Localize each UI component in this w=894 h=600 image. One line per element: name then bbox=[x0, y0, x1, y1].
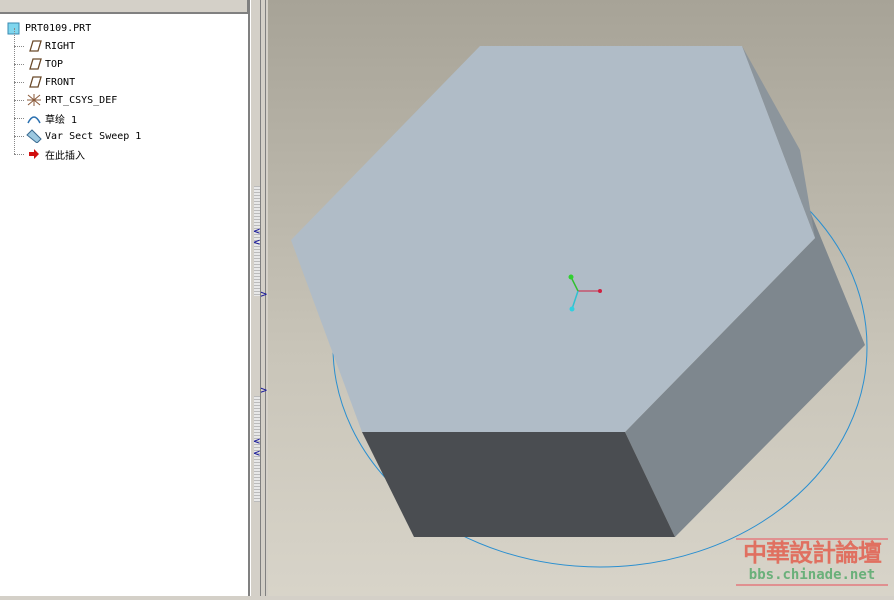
watermark: 中華設計論壇 bbs.chinade.net bbox=[736, 538, 888, 586]
panel-header bbox=[0, 0, 248, 14]
tree-item-label: FRONT bbox=[45, 76, 76, 88]
tree-item-right[interactable]: RIGHT bbox=[6, 28, 141, 55]
watermark-title: 中華設計論壇 bbox=[743, 539, 882, 567]
tree-item-sweep[interactable]: Var Sect Sweep 1 bbox=[6, 118, 142, 145]
front-face bbox=[362, 432, 675, 537]
panel-splitter[interactable]: < < > > < < bbox=[250, 0, 268, 596]
watermark-url: bbs.chinade.net bbox=[748, 567, 876, 583]
tree-item-csys[interactable]: PRT_CSYS_DEF bbox=[6, 82, 141, 109]
model-tree-panel: PRT0109.PRT RIGHT TOP FRONT PRT_CSYS_DEF… bbox=[0, 0, 250, 596]
tree-item-label: RIGHT bbox=[45, 40, 76, 52]
datum-plane-icon bbox=[29, 58, 42, 70]
tree-item-top[interactable]: TOP bbox=[6, 46, 141, 73]
tree-item-sketch[interactable]: 草绘 1 bbox=[6, 100, 141, 127]
tree-item-label: 草绘 1 bbox=[45, 114, 78, 126]
datum-plane-icon bbox=[29, 40, 42, 52]
tree-item-label: Var Sect Sweep 1 bbox=[45, 130, 142, 142]
collapse-left-icon[interactable]: < bbox=[253, 449, 261, 459]
tree-root-label: PRT0109.PRT bbox=[25, 22, 92, 34]
expand-right-icon[interactable]: > bbox=[260, 386, 268, 396]
tree-root[interactable]: PRT0109.PRT bbox=[6, 19, 141, 37]
tree-item-insert-here[interactable]: 在此插入 bbox=[6, 136, 141, 163]
collapse-left-icon[interactable]: < bbox=[253, 437, 261, 447]
datum-plane-icon bbox=[29, 76, 42, 88]
tree-item-label: PRT_CSYS_DEF bbox=[45, 94, 118, 106]
sketch-icon bbox=[27, 116, 41, 124]
expand-right-icon[interactable]: > bbox=[260, 290, 268, 300]
insert-here-arrow-icon bbox=[29, 149, 39, 159]
collapse-left-icon[interactable]: < bbox=[253, 227, 261, 237]
sweep-feature-icon bbox=[26, 129, 42, 143]
hex-prism-model bbox=[291, 46, 868, 568]
3d-viewport[interactable] bbox=[268, 0, 894, 596]
tree-item-label: TOP bbox=[45, 58, 64, 70]
tree-item-front[interactable]: FRONT bbox=[6, 64, 141, 91]
coordinate-system-icon bbox=[27, 94, 41, 106]
tree-item-label: 在此插入 bbox=[45, 150, 85, 162]
model-tree: PRT0109.PRT RIGHT TOP FRONT PRT_CSYS_DEF… bbox=[6, 19, 141, 163]
collapse-left-icon[interactable]: < bbox=[253, 238, 261, 248]
